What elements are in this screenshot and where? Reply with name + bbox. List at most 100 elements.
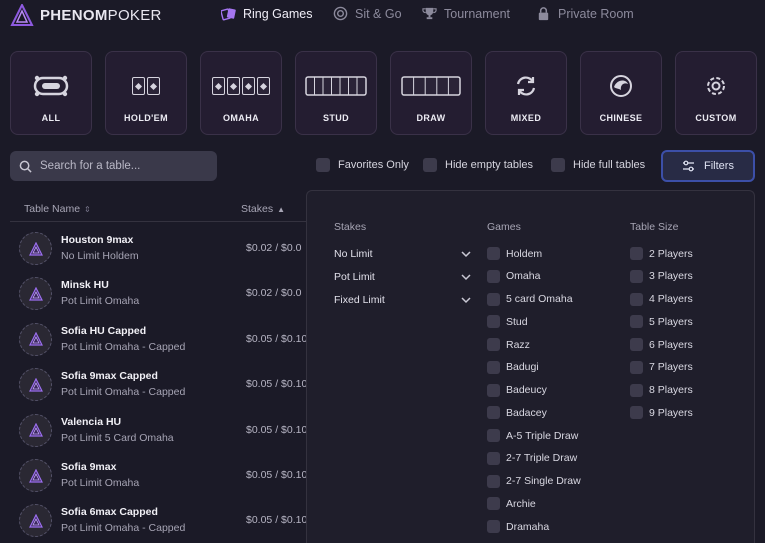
table-row[interactable]: Valencia HU Pot Limit 5 Card Omaha $0.05 /… — [10, 410, 310, 455]
stakes-dropdown[interactable]: No Limit — [334, 248, 471, 260]
nav-ring-games[interactable]: Ring Games — [221, 6, 312, 21]
stakes-dropdown[interactable]: Pot Limit — [334, 271, 471, 283]
game-filter-option[interactable]: 2-7 Single Draw — [487, 474, 581, 488]
stakes-dropdown[interactable]: Fixed Limit — [334, 294, 471, 306]
game-filter-label: Omaha — [506, 270, 541, 283]
table-avatar — [19, 277, 52, 311]
game-type-label: ALL — [41, 113, 61, 123]
game-type-all[interactable]: ALL — [10, 51, 92, 135]
table-stakes: $0.02 / $0.0 — [246, 242, 302, 254]
table-game-type: Pot Limit Omaha — [61, 477, 140, 489]
table-size-checkbox[interactable] — [630, 360, 643, 374]
game-filter-label: Badugi — [506, 361, 539, 374]
chevron-down-icon — [461, 296, 471, 303]
game-filter-option[interactable]: Omaha — [487, 269, 541, 283]
game-filter-option[interactable]: Dramaha — [487, 520, 549, 533]
game-filter-checkbox[interactable] — [487, 520, 500, 533]
table-row[interactable]: Sofia HU Capped Pot Limit Omaha - Capped $… — [10, 319, 310, 364]
game-filter-checkbox[interactable] — [487, 315, 500, 329]
game-filter-option[interactable]: Razz — [487, 338, 530, 351]
game-type-mixed[interactable]: MIXED — [485, 51, 567, 135]
search-input[interactable] — [40, 160, 210, 172]
table-size-checkbox[interactable] — [630, 292, 643, 306]
column-label: Table Name — [24, 203, 81, 215]
hide-full-toggle[interactable]: Hide full tables — [551, 158, 645, 172]
table-row[interactable]: Sofia 9max Pot Limit Omaha $0.05 / $0.10 — [10, 455, 310, 500]
table-name: Sofia 6max Capped — [61, 506, 158, 519]
game-type-stud[interactable]: STUD — [295, 51, 377, 135]
game-filter-checkbox[interactable] — [487, 429, 500, 442]
game-filter-checkbox[interactable] — [487, 497, 500, 511]
game-filter-checkbox[interactable] — [487, 269, 500, 283]
favorites-label: Favorites Only — [338, 159, 409, 171]
game-filter-checkbox[interactable] — [487, 247, 500, 260]
game-filter-option[interactable]: Holdem — [487, 247, 542, 260]
phenom-logo-icon — [28, 286, 43, 301]
table-size-option[interactable]: 5 Players — [630, 315, 693, 329]
four-cards-icon — [211, 73, 271, 99]
trophy-icon — [422, 7, 437, 20]
table-row[interactable]: Houston 9max No Limit Holdem $0.02 / $0.0 — [10, 228, 310, 273]
favorites-only-toggle[interactable]: Favorites Only — [316, 158, 409, 172]
game-filter-option[interactable]: Badugi — [487, 360, 539, 374]
table-size-option[interactable]: 9 Players — [630, 406, 693, 420]
table-size-option[interactable]: 7 Players — [630, 360, 693, 374]
brand-logo[interactable]: PHENOMPOKER — [10, 4, 162, 26]
table-size-checkbox[interactable] — [630, 315, 643, 329]
table-row[interactable]: Sofia 6max Capped Pot Limit Omaha - Cappe… — [10, 500, 310, 543]
game-type-label: DRAW — [416, 113, 446, 123]
game-filter-option[interactable]: 2-7 Triple Draw — [487, 451, 577, 465]
game-filter-label: Dramaha — [506, 520, 550, 533]
table-size-option[interactable]: 2 Players — [630, 247, 693, 260]
table-size-option[interactable]: 6 Players — [630, 338, 693, 351]
hide-full-checkbox[interactable] — [551, 158, 565, 172]
game-type-chinese[interactable]: CHINESE — [580, 51, 662, 135]
five-cards-icon — [401, 73, 461, 99]
table-size-checkbox[interactable] — [630, 247, 643, 260]
game-filter-option[interactable]: 5 card Omaha — [487, 292, 573, 306]
table-name: Valencia HU — [61, 415, 122, 428]
game-filter-option[interactable]: Badeucy — [487, 383, 547, 397]
search-box[interactable] — [10, 151, 217, 181]
game-type-custom[interactable]: CUSTOM — [675, 51, 757, 135]
game-filter-checkbox[interactable] — [487, 474, 500, 488]
table-size-checkbox[interactable] — [630, 383, 643, 397]
game-filter-checkbox[interactable] — [487, 292, 500, 306]
table-game-type: Pot Limit 5 Card Omaha — [61, 431, 174, 444]
game-filter-checkbox[interactable] — [487, 360, 500, 374]
game-filter-option[interactable]: Badacey — [487, 406, 547, 420]
table-size-option[interactable]: 8 Players — [630, 383, 693, 397]
shuffle-icon — [514, 73, 538, 99]
nav-private-room[interactable]: Private Room — [536, 6, 634, 21]
nav-tournament[interactable]: Tournament — [422, 6, 510, 21]
phenom-logo-icon — [28, 332, 43, 346]
game-type-omaha[interactable]: OMAHA — [200, 51, 282, 135]
game-filter-checkbox[interactable] — [487, 406, 500, 420]
game-type-label: MIXED — [510, 113, 542, 123]
table-size-checkbox[interactable] — [630, 269, 643, 283]
table-size-checkbox[interactable] — [630, 338, 643, 351]
table-size-option[interactable]: 3 Players — [630, 269, 693, 283]
favorites-checkbox[interactable] — [316, 158, 330, 172]
game-filter-option[interactable]: Archie — [487, 497, 536, 511]
table-size-checkbox[interactable] — [630, 406, 643, 420]
hide-empty-checkbox[interactable] — [423, 158, 437, 172]
column-table-name[interactable]: Table Name ⇕ — [24, 203, 91, 215]
table-size-option[interactable]: 4 Players — [630, 292, 693, 306]
phenom-logo-icon — [28, 241, 43, 256]
filters-button[interactable]: Filters — [661, 150, 755, 182]
game-filter-option[interactable]: Stud — [487, 315, 528, 329]
game-filter-label: 5 card Omaha — [506, 293, 573, 305]
game-type-draw[interactable]: DRAW — [390, 51, 472, 135]
table-row[interactable]: Minsk HU Pot Limit Omaha $0.02 / $0.0 — [10, 273, 310, 318]
phenom-logo-icon — [10, 4, 34, 26]
game-type-holdem[interactable]: HOLD'EM — [105, 51, 187, 135]
game-filter-checkbox[interactable] — [487, 383, 500, 397]
game-filter-checkbox[interactable] — [487, 451, 500, 465]
nav-sit-go[interactable]: Sit & Go — [333, 6, 402, 21]
table-row[interactable]: Sofia 9max Capped Pot Limit Omaha - Cappe… — [10, 364, 310, 409]
hide-empty-toggle[interactable]: Hide empty tables — [423, 158, 533, 172]
column-stakes[interactable]: Stakes ▲ — [241, 203, 285, 215]
game-filter-checkbox[interactable] — [487, 338, 500, 351]
game-filter-option[interactable]: A-5 Triple Draw — [487, 429, 578, 442]
